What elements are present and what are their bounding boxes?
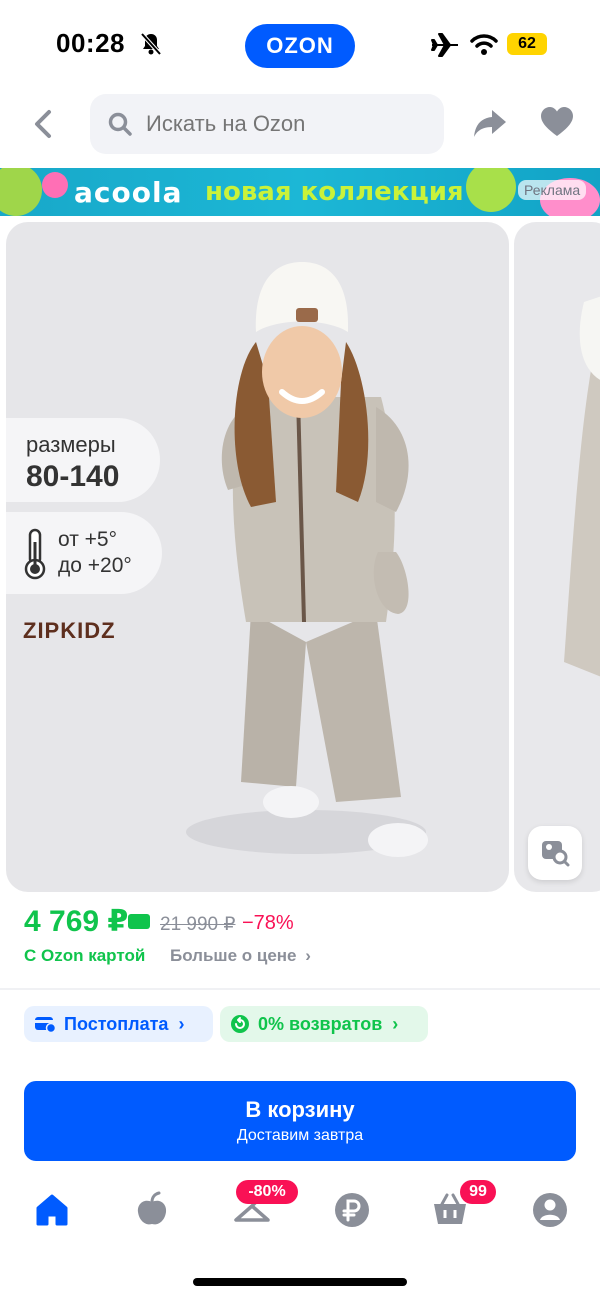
- ad-banner[interactable]: acoola новая коллекция Реклама: [0, 168, 600, 216]
- temperature-badge: от +5° до +20°: [6, 512, 162, 594]
- discount-percent: −78%: [242, 912, 294, 934]
- thermometer-icon: [24, 528, 46, 580]
- returns-chip[interactable]: 0% возвратов ›: [220, 1006, 428, 1042]
- ozon-app-pill[interactable]: OZON: [245, 24, 355, 68]
- status-time: 00:28: [56, 28, 125, 58]
- chevron-right-icon: ›: [178, 1013, 185, 1034]
- more-about-price-label: Больше о цене: [170, 946, 297, 965]
- old-price: 21 990 ₽: [160, 914, 236, 935]
- ozon-card-note: С Ozon картой: [24, 946, 146, 965]
- postpay-label: Постоплата: [64, 1013, 169, 1034]
- current-price: 4 769 ₽: [24, 905, 129, 938]
- next-product-photo[interactable]: [514, 222, 600, 892]
- postpay-chip[interactable]: Постоплата ›: [24, 1006, 213, 1042]
- wifi-icon: [470, 34, 498, 55]
- chevron-right-icon: ›: [305, 946, 311, 965]
- fresh-icon[interactable]: [132, 1190, 172, 1230]
- add-to-cart-button[interactable]: В корзину Доставим завтра: [24, 1081, 576, 1161]
- visual-search-button[interactable]: [528, 826, 582, 880]
- ozon-card-icon: [128, 914, 150, 929]
- sizes-badge: размеры 80-140: [6, 418, 160, 502]
- return-arrow-icon: [231, 1015, 249, 1033]
- flower-decoration: [0, 168, 42, 216]
- ruble-icon[interactable]: [332, 1190, 372, 1230]
- product-photo[interactable]: размеры 80-140 от +5° до +20° ZIPKIDZ: [6, 222, 509, 892]
- share-icon[interactable]: [472, 106, 508, 140]
- sale-badge: -80%: [236, 1180, 298, 1204]
- add-to-cart-label: В корзину: [245, 1097, 355, 1122]
- sizes-value: 80-140: [26, 460, 120, 493]
- search-icon: [108, 112, 132, 136]
- sizes-label: размеры: [26, 432, 116, 457]
- brand-logo: ZIPKIDZ: [23, 618, 116, 643]
- temperature-from: от +5°: [58, 528, 118, 551]
- divider: [0, 988, 600, 990]
- cart-count-badge: 99: [460, 1180, 496, 1204]
- search-bar[interactable]: [90, 94, 444, 154]
- search-input[interactable]: [146, 111, 416, 137]
- image-search-icon: [542, 841, 570, 867]
- product-page: 00:28 OZON 62 Искать на Ozon acoola нова…: [0, 0, 600, 1300]
- banner-brand-logo: acoola: [74, 176, 183, 209]
- favorite-heart-icon[interactable]: [540, 106, 574, 138]
- back-button[interactable]: [26, 104, 60, 144]
- temperature-to: до +20°: [58, 554, 132, 577]
- home-icon[interactable]: [32, 1190, 72, 1230]
- ad-badge: Реклама: [518, 180, 587, 200]
- postpay-card-icon: [35, 1017, 56, 1033]
- flower-decoration: [42, 172, 68, 198]
- muted-bell-icon: [140, 32, 162, 56]
- profile-icon[interactable]: [530, 1190, 570, 1230]
- next-photo-preview-image: [564, 296, 600, 677]
- battery-indicator: 62: [507, 33, 547, 55]
- status-bar: 00:28 OZON 62: [0, 0, 600, 88]
- airplane-icon: [431, 33, 458, 57]
- bottom-tab-bar: [0, 1176, 600, 1246]
- delivery-note: Доставим завтра: [236, 1127, 364, 1144]
- returns-label: 0% возвратов: [258, 1013, 383, 1034]
- banner-headline: новая коллекция: [205, 177, 464, 207]
- chevron-left-icon: [35, 110, 51, 138]
- more-about-price-link[interactable]: Больше о цене ›: [170, 946, 311, 966]
- chevron-right-icon: ›: [392, 1013, 399, 1034]
- flower-decoration: [466, 168, 516, 212]
- home-indicator: [193, 1278, 407, 1286]
